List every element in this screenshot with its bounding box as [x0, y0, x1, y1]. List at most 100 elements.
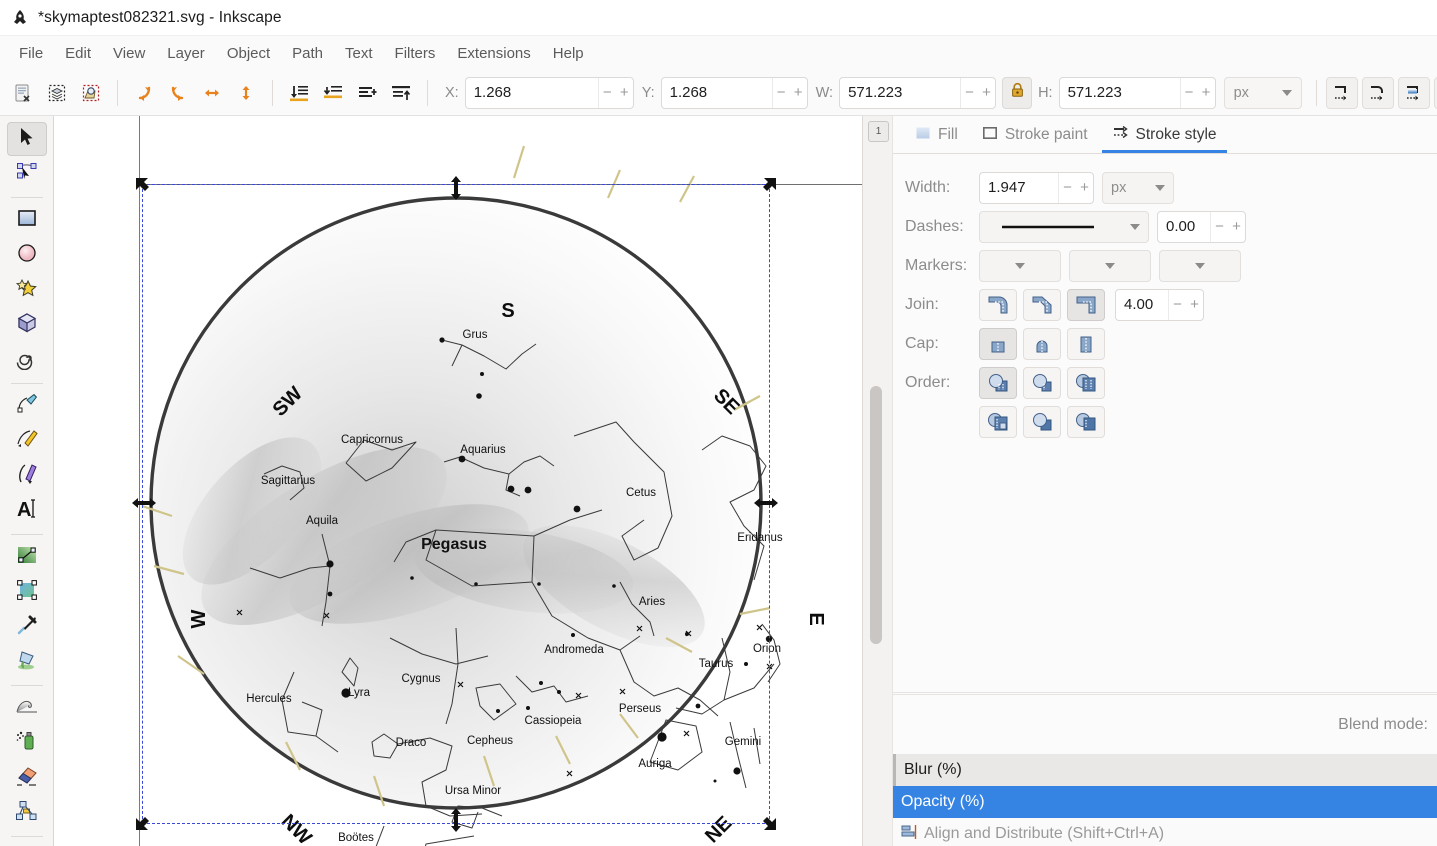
order-stroke-fill-markers-button[interactable] [1067, 366, 1105, 399]
join-bevel-button[interactable] [1023, 288, 1061, 321]
rectangle-tool[interactable] [7, 203, 47, 237]
w-plus-button[interactable]: + [978, 78, 995, 108]
node-tool[interactable] [7, 157, 47, 191]
w-stepper[interactable]: − + [960, 77, 995, 108]
menu-edit[interactable]: Edit [54, 42, 102, 65]
tab-fill[interactable]: Fill [903, 117, 970, 153]
tweak-tool[interactable] [7, 691, 47, 725]
order-stroke-markers-fill-button[interactable] [979, 405, 1017, 438]
raise-to-top-icon[interactable] [384, 76, 418, 110]
tab-stroke-paint[interactable]: Stroke paint [970, 117, 1100, 153]
w-input[interactable] [840, 77, 961, 108]
lower-icon[interactable] [316, 76, 350, 110]
dropper-tool[interactable] [7, 610, 47, 644]
menu-object[interactable]: Object [216, 42, 281, 65]
zoom-tool[interactable] [7, 842, 47, 846]
join-miter-button[interactable] [1067, 288, 1105, 321]
join-round-button[interactable] [979, 288, 1017, 321]
cap-square-button[interactable] [1067, 327, 1105, 360]
tab-stroke-style[interactable]: Stroke style [1100, 117, 1229, 153]
miter-limit-input[interactable] [1116, 289, 1168, 320]
spiral-tool[interactable] [7, 343, 47, 377]
units-dropdown[interactable]: px [1223, 76, 1302, 109]
miter-limit-minus-button[interactable]: − [1169, 290, 1186, 320]
dash-offset-spinbox[interactable]: − + [1157, 210, 1246, 243]
dash-pattern-dropdown[interactable] [979, 210, 1149, 243]
flip-vertical-icon[interactable] [229, 76, 263, 110]
menu-view[interactable]: View [102, 42, 156, 65]
menu-text[interactable]: Text [334, 42, 384, 65]
menu-layer[interactable]: Layer [156, 42, 216, 65]
mesh-tool[interactable] [7, 575, 47, 609]
eraser-tool[interactable] [7, 761, 47, 795]
pencil-tool[interactable] [7, 389, 47, 423]
canvas-area[interactable]: SSWSEWENWNENGrusCapricornusAquariusSagit… [54, 116, 862, 846]
paintbucket-tool[interactable] [7, 645, 47, 679]
lock-aspect-ratio-button[interactable] [1002, 76, 1033, 109]
spray-tool[interactable] [7, 726, 47, 760]
x-minus-button[interactable]: − [599, 78, 616, 108]
stroke-width-minus-button[interactable]: − [1059, 173, 1076, 203]
miter-limit-spinbox[interactable]: − + [1115, 288, 1204, 321]
stroke-width-spinbox[interactable]: − + [979, 171, 1094, 204]
lower-to-bottom-icon[interactable] [282, 76, 316, 110]
order-markers-fill-stroke-button[interactable] [1023, 405, 1061, 438]
miter-limit-stepper[interactable]: − + [1168, 289, 1203, 320]
affect-stroke-width-icon[interactable] [1325, 76, 1358, 109]
dash-offset-input[interactable] [1158, 211, 1210, 242]
deselect-icon[interactable] [74, 76, 108, 110]
text-tool[interactable]: A [7, 494, 47, 528]
miter-limit-plus-button[interactable]: + [1186, 290, 1203, 320]
dash-offset-plus-button[interactable]: + [1228, 212, 1245, 242]
menu-help[interactable]: Help [542, 42, 595, 65]
h-stepper[interactable]: − + [1179, 77, 1215, 108]
opacity-row[interactable]: Opacity (%) [893, 786, 1437, 818]
star-tool[interactable] [7, 273, 47, 307]
y-plus-button[interactable]: + [790, 78, 807, 108]
h-plus-button[interactable]: + [1198, 78, 1215, 108]
bezier-tool[interactable] [7, 424, 47, 458]
marker-start-dropdown[interactable] [979, 249, 1061, 282]
h-spinbox[interactable]: − + [1058, 76, 1216, 109]
y-stepper[interactable]: − + [771, 77, 807, 108]
raise-icon[interactable] [350, 76, 384, 110]
x-stepper[interactable]: − + [597, 77, 633, 108]
x-input[interactable] [465, 77, 598, 108]
marker-mid-dropdown[interactable] [1069, 249, 1151, 282]
marker-end-dropdown[interactable] [1159, 249, 1241, 282]
affect-rounded-corners-icon[interactable] [1361, 76, 1394, 109]
y-input[interactable] [661, 77, 772, 108]
ellipse-tool[interactable] [7, 238, 47, 272]
order-fill-stroke-markers-button[interactable] [1023, 366, 1061, 399]
dash-offset-stepper[interactable]: − + [1210, 211, 1245, 242]
calligraphy-tool[interactable] [7, 459, 47, 493]
menu-extensions[interactable]: Extensions [446, 42, 541, 65]
stroke-width-units-dropdown[interactable]: px [1102, 171, 1174, 204]
blur-row[interactable]: Blur (%) [893, 754, 1437, 786]
x-plus-button[interactable]: + [616, 78, 633, 108]
stroke-width-stepper[interactable]: − + [1058, 172, 1093, 203]
connector-tool[interactable] [7, 796, 47, 830]
dock-scrollbar-thumb[interactable] [870, 386, 882, 644]
affect-patterns-icon[interactable] [1433, 76, 1437, 109]
dock-tab-button[interactable]: 1 [868, 121, 889, 142]
w-minus-button[interactable]: − [961, 78, 978, 108]
order-markers-stroke-fill-button[interactable] [1067, 405, 1105, 438]
align-and-distribute-row[interactable]: Align and Distribute (Shift+Ctrl+A) [893, 818, 1437, 846]
menu-path[interactable]: Path [281, 42, 334, 65]
dash-offset-minus-button[interactable]: − [1211, 212, 1228, 242]
select-all-icon[interactable] [6, 76, 40, 110]
h-minus-button[interactable]: − [1181, 78, 1198, 108]
box3d-tool[interactable] [7, 308, 47, 342]
select-all-layers-icon[interactable] [40, 76, 74, 110]
y-spinbox[interactable]: − + [660, 76, 808, 109]
x-spinbox[interactable]: − + [464, 76, 634, 109]
menu-filters[interactable]: Filters [384, 42, 447, 65]
stroke-width-input[interactable] [980, 172, 1058, 203]
order-fill-markers-stroke-button[interactable] [979, 366, 1017, 399]
selector-tool[interactable] [6, 122, 47, 156]
w-spinbox[interactable]: − + [839, 76, 997, 109]
menu-file[interactable]: File [8, 42, 54, 65]
rotate-ccw-icon[interactable] [127, 76, 161, 110]
affect-gradients-icon[interactable] [1397, 76, 1430, 109]
